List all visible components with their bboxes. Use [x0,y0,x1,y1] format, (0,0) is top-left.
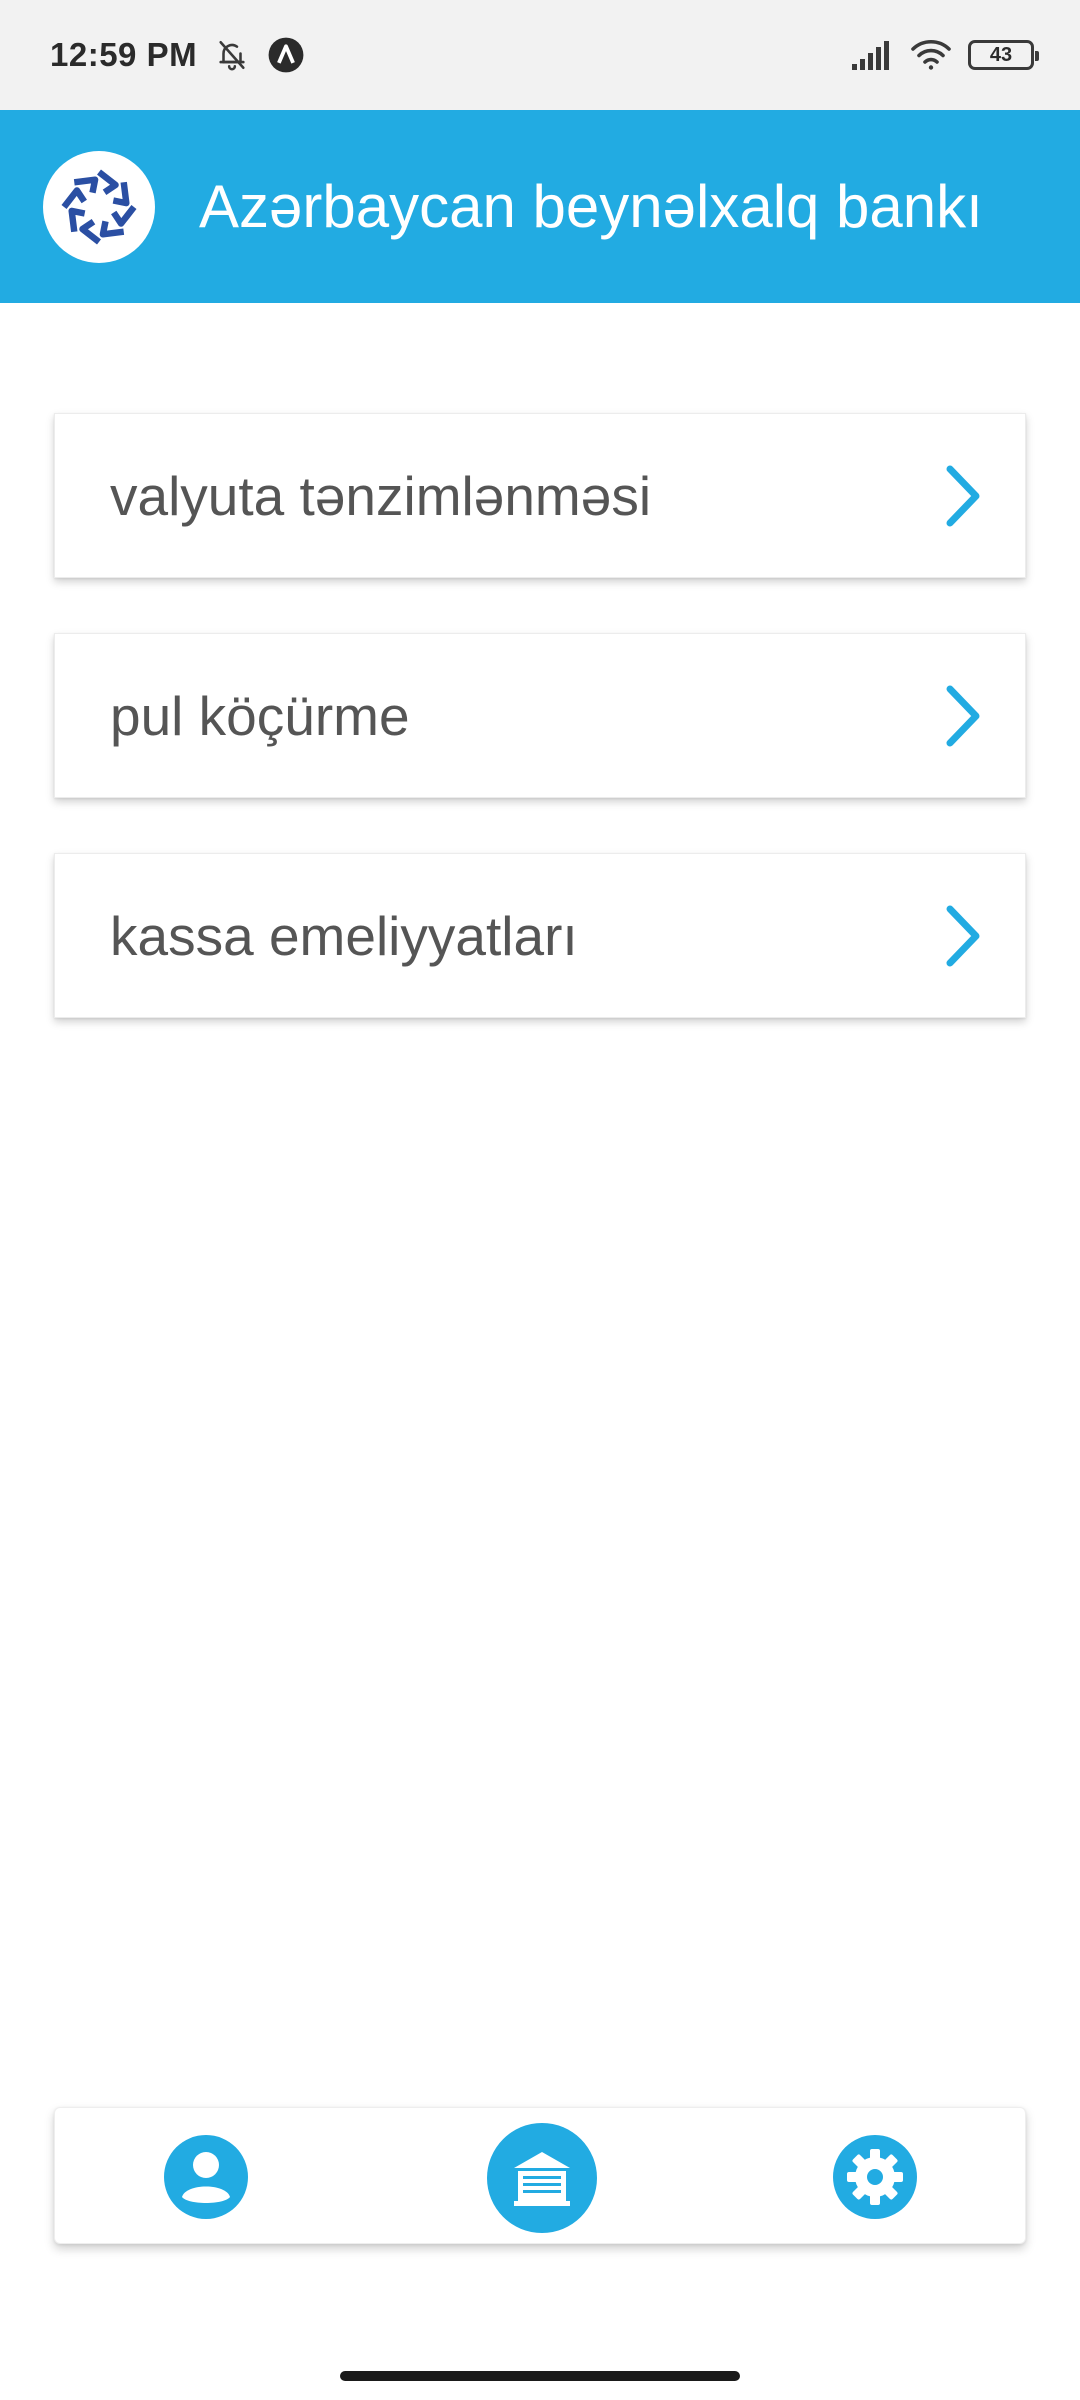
battery-level: 43 [989,43,1013,66]
menu-item-currency-regulation[interactable]: valyuta tənzimlənməsi [54,413,1026,578]
menu-item-label: kassa emeliyyatları [110,904,578,967]
chevron-right-icon [941,903,985,969]
menu-item-label: valyuta tənzimlənməsi [110,464,652,527]
screen: 12:59 PM 43 Azərbaycan beynəlxalq bankı … [0,0,1080,2400]
status-time: 12:59 PM [50,36,198,73]
bank-logo-icon [43,150,155,263]
signal-icon [852,40,894,70]
wifi-icon [910,39,952,71]
bottom-nav [54,2107,1026,2244]
nav-settings-button[interactable] [833,2135,917,2219]
nav-bank-button[interactable] [487,2123,597,2233]
chevron-right-icon [941,463,985,529]
menu-item-cash-operations[interactable]: kassa emeliyyatları [54,853,1026,1018]
profile-icon [164,2135,248,2219]
chevron-right-icon [941,683,985,749]
settings-icon [833,2135,917,2219]
status-left: 12:59 PM [50,36,305,74]
menu-item-money-transfer[interactable]: pul köçürme [54,633,1026,798]
app-a-icon [267,36,305,74]
nav-profile-button[interactable] [164,2135,248,2219]
bank-icon [487,2123,597,2233]
menu-list: valyuta tənzimlənməsi pul köçürme kassa … [54,413,1026,1073]
battery-icon: 43 [968,40,1039,70]
app-header: Azərbaycan beynəlxalq bankı [0,110,1080,303]
notifications-off-icon [215,38,249,72]
menu-item-label: pul köçürme [110,684,410,747]
home-indicator[interactable] [340,2371,740,2381]
status-right: 43 [852,39,1039,71]
status-bar: 12:59 PM 43 [0,0,1080,110]
app-title: Azərbaycan beynəlxalq bankı [199,173,983,240]
